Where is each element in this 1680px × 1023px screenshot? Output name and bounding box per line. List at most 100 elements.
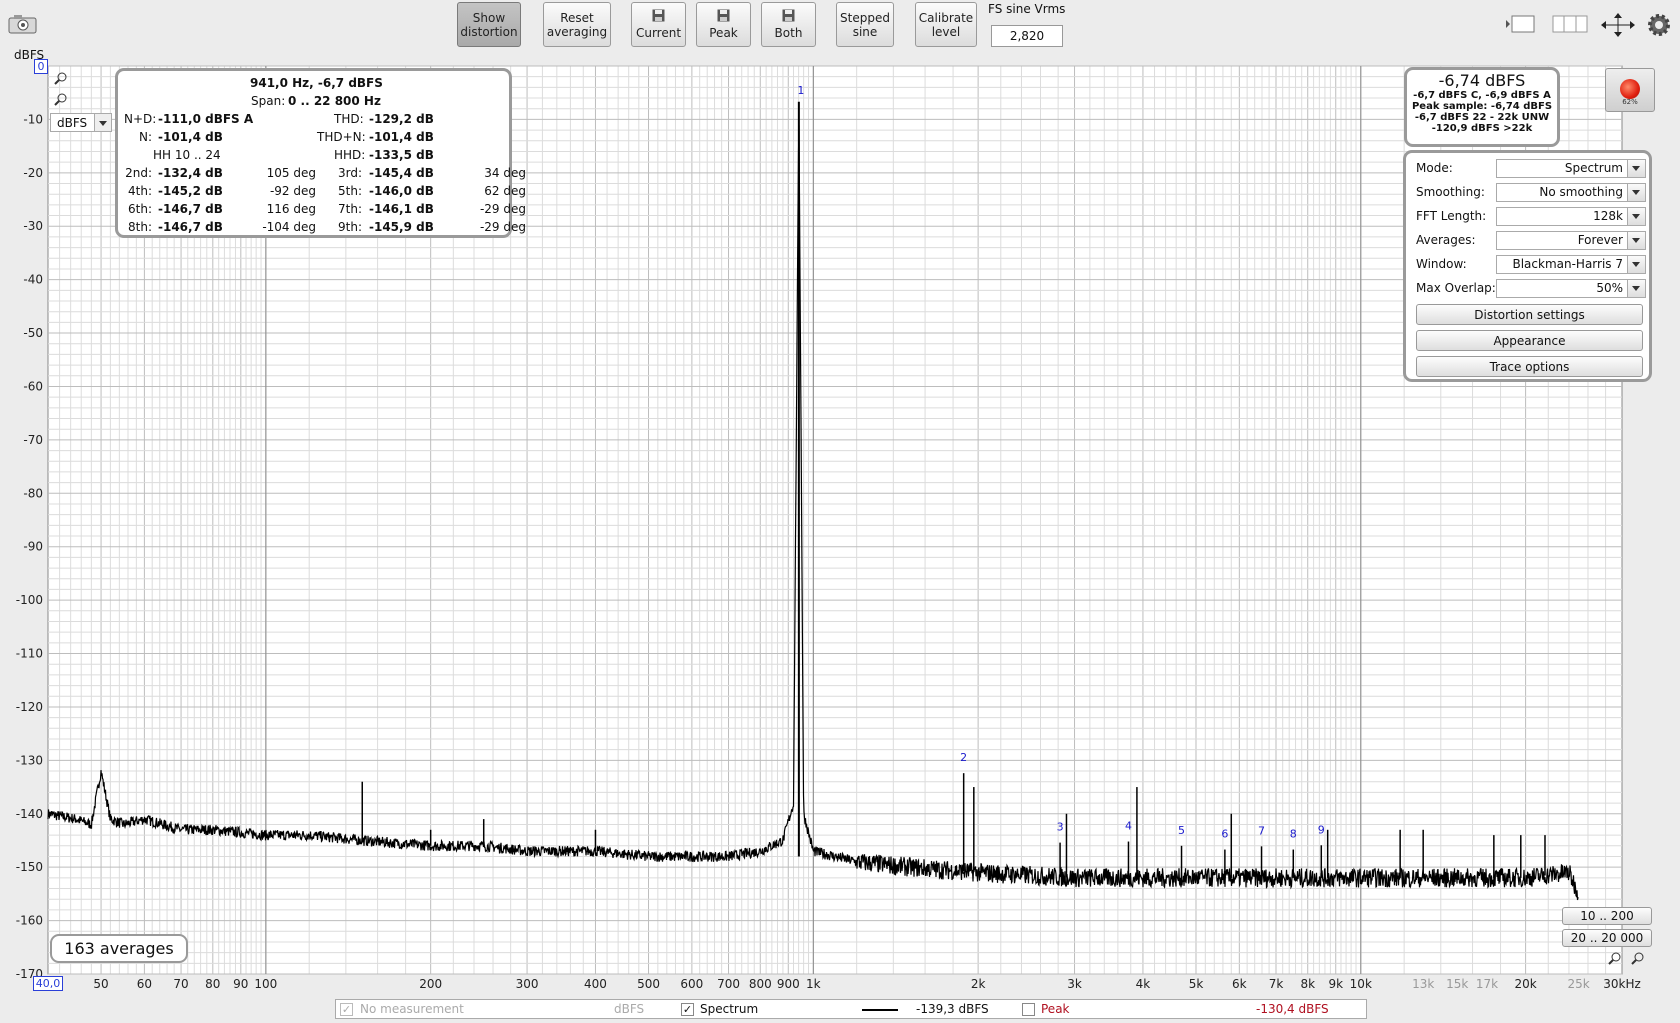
averages-value: Forever	[1577, 233, 1623, 247]
peak-checkbox[interactable]	[1022, 1003, 1035, 1016]
peak-label: Peak	[1041, 1002, 1070, 1016]
harmonic-marker: 3	[1057, 821, 1064, 834]
record-button[interactable]: 62%	[1605, 68, 1655, 112]
distortion-panel: 941,0 Hz, -6,7 dBFS Span: 0 .. 22 800 Hz…	[115, 68, 526, 238]
y-top-value[interactable]: 0	[34, 59, 48, 74]
harmonic-label: 2nd:	[125, 166, 152, 180]
distortion-settings-button[interactable]: Distortion settings	[1416, 304, 1643, 325]
max-overlap-label: Max Overlap:	[1416, 281, 1496, 295]
hhd-label: HHD:	[334, 148, 366, 162]
x-tick-label: 3k	[1067, 977, 1082, 991]
mode-value: Spectrum	[1564, 161, 1623, 175]
x-tick-label: 2k	[971, 977, 986, 991]
max-overlap-select[interactable]: 50%	[1496, 279, 1646, 298]
span-value: 0 .. 22 800 Hz	[288, 94, 381, 108]
smoothing-select[interactable]: No smoothing	[1496, 183, 1646, 202]
x-tick-label: 60	[137, 977, 152, 991]
level-line4: -120,9 dBFS >22k	[1431, 123, 1533, 134]
x-tick-label: 900	[777, 977, 800, 991]
thdn-value: -101,4 dB	[369, 130, 434, 144]
y-tick-label: -90	[23, 540, 43, 554]
y-tick-label: -140	[16, 807, 43, 821]
window-select[interactable]: Blackman-Harris 7	[1496, 255, 1646, 274]
x-tick-label: 200	[419, 977, 442, 991]
harmonic-label: 9th:	[338, 220, 362, 234]
x-tick-label: 9k	[1328, 977, 1343, 991]
peak-value: -130,4 dBFS	[1256, 1002, 1329, 1016]
x-tick-label: 30kHz	[1603, 977, 1641, 991]
harmonic-value: -146,0 dB	[369, 184, 434, 198]
harmonic-marker: 2	[960, 751, 967, 764]
x-tick-label: 10k	[1350, 977, 1372, 991]
x-tick-label: 600	[680, 977, 703, 991]
chevron-down-icon	[1627, 184, 1645, 201]
x-zoom-in-icon[interactable]	[1608, 952, 1622, 966]
zoom-range-10-200-button[interactable]: 10 .. 200	[1562, 907, 1652, 925]
settings-panel: Mode: Spectrum Smoothing: No smoothing F…	[1403, 150, 1652, 382]
averages-count: 163 averages	[64, 939, 174, 958]
x-tick-label: 17k	[1476, 977, 1498, 991]
record-indicator-icon	[1620, 79, 1640, 99]
y-tick-label: -40	[23, 273, 43, 287]
harmonic-label: 6th:	[128, 202, 152, 216]
spectrum-checkbox[interactable]: ✓	[681, 1003, 694, 1016]
fft-length-value: 128k	[1593, 209, 1623, 223]
unit-select[interactable]: dBFS	[50, 113, 112, 132]
y-tick-label: -30	[23, 219, 43, 233]
harmonic-value: -132,4 dB	[158, 166, 223, 180]
harmonic-phase: -29 deg	[479, 202, 526, 216]
harmonic-marker: 5	[1178, 824, 1185, 837]
x-tick-label: 1k	[806, 977, 821, 991]
record-percent: 62%	[1622, 98, 1638, 106]
nd-value: -111,0 dBFS A	[158, 112, 254, 126]
harmonic-label: 3rd:	[337, 166, 362, 180]
zoom-out-icon[interactable]	[54, 93, 68, 107]
chevron-down-icon	[1627, 208, 1645, 225]
x-zoom-out-icon[interactable]	[1631, 952, 1645, 966]
harmonic-phase: -92 deg	[269, 184, 316, 198]
harmonic-phase: -104 deg	[262, 220, 316, 234]
chevron-down-icon	[1627, 232, 1645, 249]
hh-label: HH 10 .. 24	[153, 148, 221, 162]
smoothing-label: Smoothing:	[1416, 185, 1485, 199]
harmonic-phase: -29 deg	[479, 220, 526, 234]
x-tick-label: 90	[233, 977, 248, 991]
x-tick-label: 800	[749, 977, 772, 991]
mode-select[interactable]: Spectrum	[1496, 159, 1646, 178]
level-line3: -6,7 dBFS 22 - 22k UNW	[1414, 112, 1550, 123]
x-tick-label: 70	[173, 977, 188, 991]
harmonic-value: -145,9 dB	[369, 220, 434, 234]
x-tick-label: 50	[93, 977, 108, 991]
harmonic-value: -146,1 dB	[369, 202, 434, 216]
spectrum-label: Spectrum	[700, 1002, 759, 1016]
x-tick-label: 400	[584, 977, 607, 991]
fft-length-select[interactable]: 128k	[1496, 207, 1646, 226]
x-tick-label: 500	[637, 977, 660, 991]
max-overlap-value: 50%	[1596, 281, 1623, 295]
harmonic-value: -145,2 dB	[158, 184, 223, 198]
x-tick-label: 25k	[1568, 977, 1590, 991]
window-label: Window:	[1416, 257, 1467, 271]
x-tick-label: 15k	[1446, 977, 1468, 991]
x-tick-label: 5k	[1189, 977, 1204, 991]
zoom-in-icon[interactable]	[54, 72, 68, 86]
harmonic-marker: 8	[1290, 828, 1297, 841]
x-tick-label: 6k	[1232, 977, 1247, 991]
zoom-range-20-20000-button[interactable]: 20 .. 20 000	[1562, 929, 1652, 947]
no-measurement-unit: dBFS	[614, 1002, 645, 1016]
x-tick-label: 700	[717, 977, 740, 991]
trace-options-button[interactable]: Trace options	[1416, 356, 1643, 377]
harmonic-marker: 4	[1125, 820, 1132, 833]
level-line2: Peak sample: -6,74 dBFS	[1411, 101, 1553, 112]
x-start-value[interactable]: 40,0	[33, 976, 63, 991]
fundamental-header: 941,0 Hz, -6,7 dBFS	[250, 76, 383, 90]
y-tick-label: -110	[16, 647, 43, 661]
averages-select[interactable]: Forever	[1496, 231, 1646, 250]
x-tick-label: 7k	[1269, 977, 1284, 991]
x-tick-label: 4k	[1136, 977, 1151, 991]
n-label: N:	[139, 130, 153, 144]
appearance-button[interactable]: Appearance	[1416, 330, 1643, 351]
no-measurement-checkbox[interactable]: ✓	[340, 1003, 353, 1016]
y-tick-label: -120	[16, 700, 43, 714]
level-main: -6,74 dBFS	[1438, 71, 1526, 90]
